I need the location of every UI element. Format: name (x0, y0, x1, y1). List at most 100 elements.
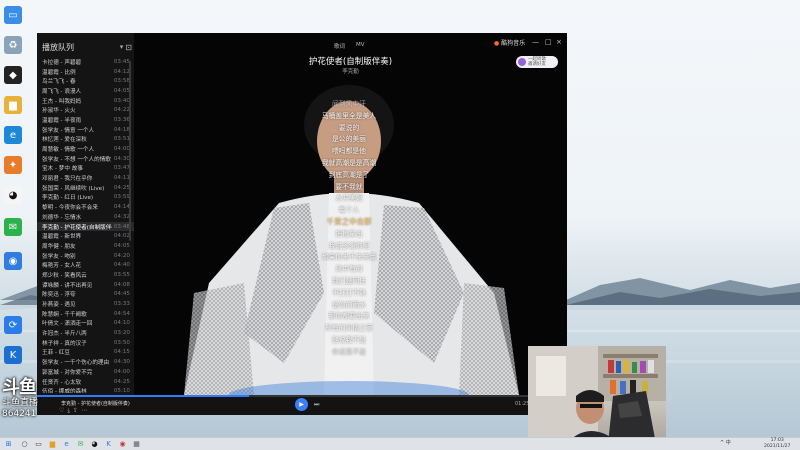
lyric-line[interactable]: 那你都要出来 (284, 310, 414, 322)
listen-together-button[interactable]: 一起听歌 邀请好友 (516, 56, 558, 68)
lyric-line[interactable]: 我说多谢你呢 (284, 240, 414, 252)
folder-icon[interactable]: ▆ (4, 96, 22, 114)
lyric-line[interactable]: 喂吗都是他 (284, 145, 414, 157)
lyric-line[interactable]: 我们是同住 (284, 275, 414, 287)
lyric-line[interactable]: 所有的风情之家 (284, 322, 414, 334)
maximize-button[interactable]: □ (545, 38, 552, 46)
lyric-line[interactable]: 每个人 (284, 204, 414, 216)
game-shortcut-icon[interactable]: ✦ (4, 156, 22, 174)
lyric-line[interactable]: 要不我就 (284, 181, 414, 193)
kugou-brand[interactable]: ● 酷狗音乐 (494, 38, 525, 47)
system-tray[interactable]: ^ 中 (720, 439, 731, 446)
obs-taskbar-icon[interactable]: ◉ (118, 440, 127, 449)
wechat-icon[interactable]: ✉ (4, 218, 22, 236)
lyric-line[interactable]: 是公的美丽 (284, 133, 414, 145)
list-item[interactable]: 王杰 - 叫我妈妈 03:40 (37, 96, 134, 106)
lyric-line[interactable]: 你说我不是 (284, 346, 414, 358)
list-item[interactable]: 陈慧娴 - 千千阙歌 04:54 (37, 309, 134, 319)
windows-start-icon[interactable]: ⊞ (4, 440, 13, 449)
qq-icon[interactable]: ◕ (4, 186, 22, 204)
app-shortcut-icon[interactable]: ◆ (4, 66, 22, 84)
lyric-line[interactable]: 我就高潮是是高潮 (284, 157, 414, 169)
minimize-button[interactable]: — (532, 38, 539, 46)
recycle-bin-icon[interactable]: ♻ (4, 36, 22, 54)
track-name: 温碧霞 - 比例 (42, 69, 76, 76)
lyric-line[interactable]: 水井美妮 (284, 192, 414, 204)
qq-taskbar-icon[interactable]: ◕ (90, 440, 99, 449)
task-view-icon[interactable]: ▭ (34, 440, 43, 449)
wechat-taskbar-icon[interactable]: ✉ (76, 440, 85, 449)
current-lyric-line[interactable]: 千里之中击那 (284, 216, 414, 228)
tab-lyrics[interactable]: 歌词 (334, 42, 345, 50)
share-icon[interactable]: ⇪ (73, 407, 81, 414)
list-item[interactable]: 周慧敏 - 情歌 一个人 04:00 (37, 144, 134, 154)
list-item[interactable]: 任贤齐 - 心太软 04:25 (37, 377, 134, 387)
list-item[interactable]: 鸟兰飞飞 - 春 03:58 (37, 76, 134, 86)
track-name: 张学友 - 情意 一个人 (42, 127, 95, 134)
lyric-line[interactable]: 不打打不熟 (284, 287, 414, 299)
list-item[interactable]: 郑少秋 - 笑看风云 03:55 (37, 270, 134, 280)
lyric-line[interactable]: 要说的 (284, 122, 414, 134)
list-item[interactable]: 卡拉德 - 声碧碧 03:45 (37, 57, 134, 67)
k-app-icon[interactable]: K (4, 346, 22, 364)
kugou-taskbar-icon[interactable]: K (104, 440, 113, 449)
list-item[interactable]: 李克勤 - 红日 (Live) 03:59 (37, 193, 134, 203)
list-item[interactable]: 温碧霞 - 半夜雨 03:36 (37, 115, 134, 125)
list-item[interactable]: 张学友 - 不想 一个人的情歌 04:30 (37, 154, 134, 164)
list-item[interactable]: 孙淑华 - 火火 04:22 (37, 105, 134, 115)
chevron-down-icon[interactable]: ▾ (120, 43, 124, 51)
list-item[interactable]: 宝木 - 梦中 故事 03:47 (37, 164, 134, 174)
track-name: 刘德华 - 忘情水 (42, 214, 82, 221)
list-item[interactable]: 林子祥 - 真的汉子 03:50 (37, 338, 134, 348)
app-taskbar-icon[interactable]: ▦ (132, 440, 141, 449)
more-options-icon[interactable]: ⊡ (125, 43, 132, 52)
taskbar-clock[interactable]: 17:03 2021/11/27 (764, 438, 790, 450)
this-pc-icon[interactable]: ▭ (4, 6, 22, 24)
lyric-line[interactable]: 别说我不是 (284, 334, 414, 346)
video-app-icon[interactable]: ⟳ (4, 316, 22, 334)
list-item[interactable]: 王菲 - 红豆 04:15 (37, 348, 134, 358)
list-item[interactable]: 郭富城 - 对你爱不完 04:00 (37, 367, 134, 377)
list-item[interactable]: 周华健 - 朋友 04:05 (37, 241, 134, 251)
list-item[interactable]: 黎明 - 今夜你会不会来 04:14 (37, 202, 134, 212)
file-explorer-icon[interactable]: ▆ (48, 440, 57, 449)
list-item[interactable]: 张学友 - 情意 一个人 04:18 (37, 125, 134, 135)
playback-progress-bar[interactable] (37, 395, 567, 397)
list-item[interactable]: 张学友 - 一千个伤心的理由 04:30 (37, 357, 134, 367)
lyric-line[interactable]: 到底高潮是了 (284, 169, 414, 181)
list-item[interactable]: 谭咏麟 - 讲不出再见 04:08 (37, 280, 134, 290)
lyric-line[interactable]: 如果你来不来来赢 (284, 251, 414, 263)
list-item[interactable]: 周飞飞 - 浪漫人 04:05 (37, 86, 134, 96)
list-item[interactable]: 邓丽君 - 我只在乎你 04:11 (37, 173, 134, 183)
track-duration: 04:30 (113, 155, 130, 162)
list-item[interactable]: 温碧霞 - 新世界 04:02 (37, 231, 134, 241)
list-item[interactable]: 孙燕姿 - 遇见 03:33 (37, 299, 134, 309)
lyric-line[interactable]: 闻到风中汗 (284, 98, 414, 110)
edge-browser-icon[interactable]: e (4, 126, 22, 144)
search-icon[interactable]: ○ (20, 440, 29, 449)
lyric-line[interactable]: 马桶盖里全是美人 (284, 110, 414, 122)
list-item[interactable]: 刘德华 - 忘情水 04:32 (37, 212, 134, 222)
song-artist[interactable]: 李克勤 (134, 67, 567, 75)
list-item[interactable]: 叶倩文 - 潇洒走一回 04:10 (37, 319, 134, 329)
browser-icon[interactable]: ◉ (4, 252, 22, 270)
tab-mv[interactable]: MV (356, 42, 365, 48)
list-item[interactable]: 张学友 - 吻别 04:20 (37, 251, 134, 261)
list-item[interactable]: 林忆莲 - 爱在深秋 03:51 (37, 135, 134, 145)
play-button[interactable]: ▶ (295, 398, 308, 411)
list-item[interactable]: 温碧霞 - 比例 04:12 (37, 67, 134, 77)
more-icon[interactable]: ⋯ (81, 407, 90, 414)
list-item[interactable]: 张国荣 - 风继续吹 (Live) 04:25 (37, 183, 134, 193)
lyric-line[interactable]: 是你的雨水 (284, 299, 414, 311)
edge-taskbar-icon[interactable]: e (62, 440, 71, 449)
list-item[interactable]: 李克勤 - 护花使者(自制版伴奏) 03:48 (37, 221, 134, 232)
lyric-line[interactable]: 风中有的 (284, 263, 414, 275)
playlist-scrollbar[interactable] (129, 61, 131, 241)
list-item[interactable]: 梅艳芳 - 女人花 04:40 (37, 260, 134, 270)
list-item[interactable]: 许冠杰 - 半斤八两 03:20 (37, 328, 134, 338)
list-item[interactable]: 陈奕迅 - 浮夸 04:45 (37, 290, 134, 300)
close-button[interactable]: × (556, 38, 562, 46)
lyric-line[interactable]: 把枪拿出 (284, 228, 414, 240)
list-item[interactable]: 伍佰 - 挪威的森林 05:10 (37, 386, 134, 393)
next-icon[interactable]: ⏭ (314, 401, 319, 409)
